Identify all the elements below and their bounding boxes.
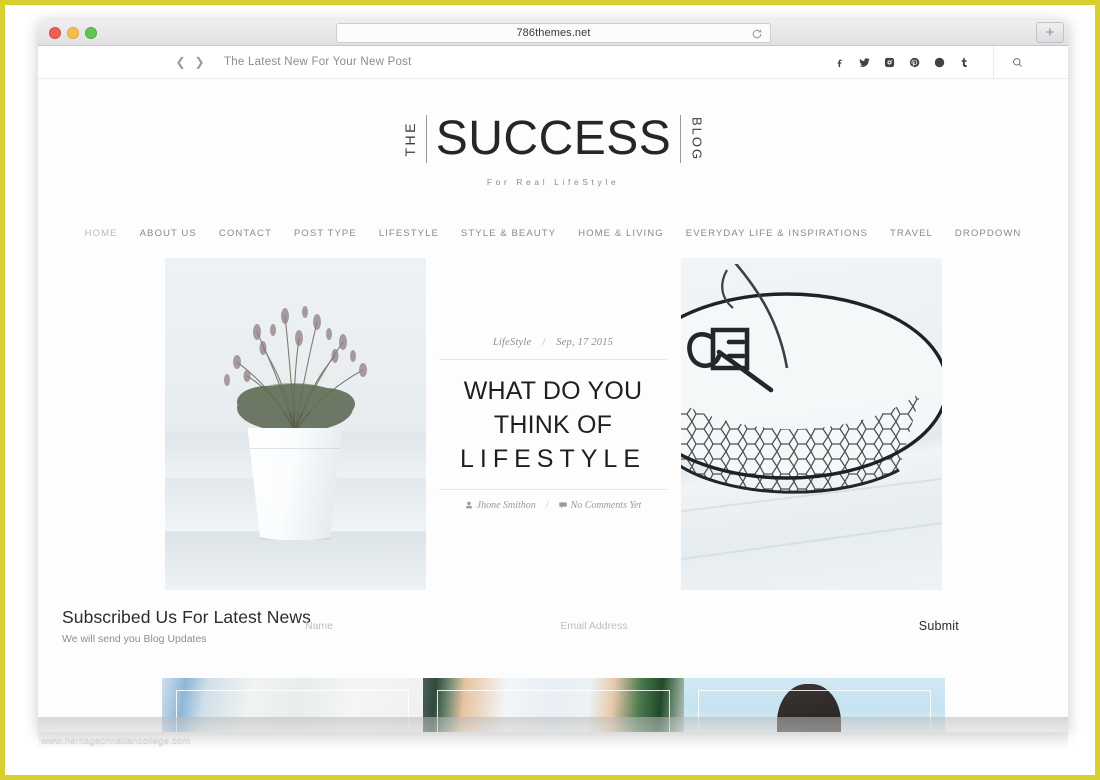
hero-section: LifeStyle / Sep, 17 2015 WHAT DO YOU THI… — [38, 258, 1068, 590]
nav-item-about-us[interactable]: ABOUT US — [129, 228, 208, 239]
logo-suffix: BLOG — [689, 116, 705, 162]
nav-item-travel[interactable]: TRAVEL — [879, 228, 944, 239]
post-rule-bottom — [439, 488, 667, 490]
nav-item-home[interactable]: HOME — [74, 228, 129, 239]
submit-button[interactable]: Submit — [919, 619, 959, 633]
instagram-icon[interactable] — [877, 46, 902, 79]
page-viewport: ❮ ❯ The Latest New For Your New Post THE… — [38, 46, 1068, 732]
post-meta: LifeStyle / Sep, 17 2015 — [493, 337, 613, 348]
nav-item-home-living[interactable]: HOME & LIVING — [567, 228, 675, 239]
site-logo[interactable]: THE SUCCESS BLOG For Real LifeStyle — [38, 79, 1068, 188]
post-author[interactable]: Jhone Smithon — [465, 500, 536, 511]
nav-item-post-type[interactable]: POST TYPE — [283, 228, 368, 239]
nav-item-style-beauty[interactable]: STYLE & BEAUTY — [450, 228, 567, 239]
name-input[interactable] — [299, 614, 555, 638]
chevron-right-icon[interactable]: ❯ — [190, 46, 209, 79]
site-topbar: ❮ ❯ The Latest New For Your New Post — [38, 46, 1068, 79]
main-navigation: HOME ABOUT US CONTACT POST TYPE LIFESTYL… — [38, 228, 1068, 239]
plant-foliage-art — [224, 306, 367, 433]
new-tab-button[interactable]: + — [1036, 22, 1064, 43]
plant-pot-art — [247, 428, 343, 540]
logo-tagline: For Real LifeStyle — [486, 177, 620, 187]
window-traffic-lights — [49, 27, 97, 39]
subscribe-subtitle: We will send you Blog Updates — [62, 633, 207, 645]
comment-icon — [558, 502, 567, 509]
hero-featured-post: LifeStyle / Sep, 17 2015 WHAT DO YOU THI… — [425, 258, 681, 590]
post-footer-separator: / — [545, 499, 549, 511]
zoom-window-button[interactable] — [85, 27, 97, 39]
post-comments[interactable]: No Comments Yet — [558, 499, 642, 511]
post-title-line-3: LIFESTYLE — [460, 444, 646, 473]
browser-titlebar: 786themes.net + — [38, 20, 1068, 46]
social-links — [827, 46, 994, 79]
dribbble-icon[interactable] — [927, 46, 952, 79]
wire-basket-art — [680, 264, 942, 561]
search-icon[interactable] — [994, 46, 1040, 79]
hero-image-left[interactable] — [164, 258, 426, 590]
logo-row: THE SUCCESS BLOG — [401, 111, 705, 167]
logo-main-text: SUCCESS — [435, 112, 672, 165]
post-meta-separator: / — [542, 337, 546, 349]
email-input[interactable] — [554, 614, 810, 638]
ticker-area: ❮ ❯ The Latest New For Your New Post — [171, 46, 412, 79]
user-icon — [465, 501, 472, 509]
nav-item-dropdown[interactable]: DROPDOWN — [944, 228, 1033, 239]
nav-item-contact[interactable]: CONTACT — [208, 228, 283, 239]
post-author-name: Jhone Smithon — [476, 499, 536, 511]
nav-item-lifestyle[interactable]: LIFESTYLE — [368, 228, 450, 239]
nav-item-everyday-life[interactable]: EVERYDAY LIFE & INSPIRATIONS — [675, 228, 879, 239]
logo-divider-left — [425, 115, 427, 163]
logo-prefix: THE — [401, 121, 418, 157]
subscribe-title: Subscribed Us For Latest News — [62, 607, 311, 627]
post-footer: Jhone Smithon / No Comments Yet — [465, 499, 642, 511]
post-date: Sep, 17 2015 — [556, 337, 614, 349]
ticker-text: The Latest New For Your New Post — [224, 56, 412, 68]
close-window-button[interactable] — [49, 27, 61, 39]
browser-window: 786themes.net + ❮ ❯ The Latest New For Y… — [38, 20, 1068, 732]
subscribe-text: Subscribed Us For Latest News We will se… — [38, 607, 311, 645]
watermark-text: www.heritagechristiancollege.com — [41, 735, 191, 746]
reload-icon[interactable] — [751, 27, 763, 39]
post-title[interactable]: WHAT DO YOU THINK OF LIFESTYLE — [460, 360, 646, 488]
address-bar[interactable]: 786themes.net — [336, 23, 771, 43]
tumblr-icon[interactable] — [952, 46, 977, 79]
topbar-right — [827, 46, 1040, 79]
pinterest-icon[interactable] — [902, 46, 927, 79]
minimize-window-button[interactable] — [67, 27, 79, 39]
logo-divider-right — [680, 115, 682, 163]
url-text: 786themes.net — [516, 27, 591, 39]
hero-image-right[interactable] — [680, 258, 942, 590]
subscribe-form — [299, 614, 810, 638]
post-category[interactable]: LifeStyle — [493, 337, 532, 348]
post-title-line-1: WHAT DO YOU — [463, 377, 643, 406]
subscribe-section: Subscribed Us For Latest News We will se… — [38, 607, 1068, 645]
page-bottom-shadow — [38, 717, 1068, 765]
post-title-line-2: THINK OF — [493, 411, 613, 440]
twitter-icon[interactable] — [852, 46, 877, 79]
facebook-icon[interactable] — [827, 46, 852, 79]
subscribe-submit-wrap: Submit — [810, 619, 1068, 633]
post-comments-text: No Comments Yet — [570, 499, 642, 511]
chevron-left-icon[interactable]: ❮ — [171, 46, 190, 79]
